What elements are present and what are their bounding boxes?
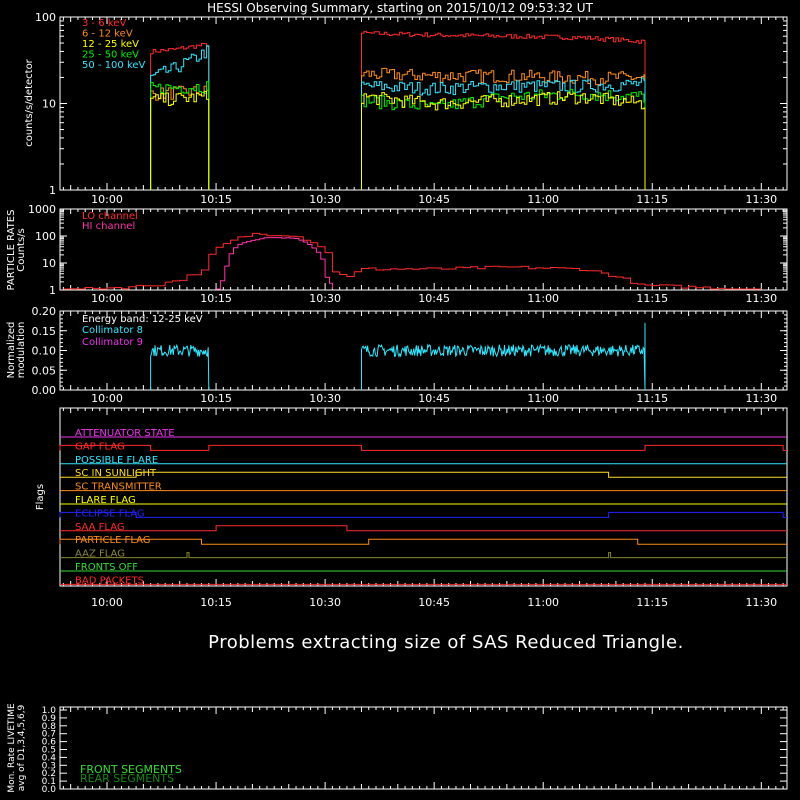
- flags-x-tick-label: 10:45: [418, 596, 450, 609]
- count-rate-x-tick-label: 11:15: [636, 193, 668, 206]
- modulation-legend-collimator-9: Collimator 9: [82, 337, 143, 348]
- count-rate-series-6-12keV: [361, 67, 646, 190]
- sas-error-message: Problems extracting size of SAS Reduced …: [208, 632, 684, 653]
- particle-rate-x-tick-label: 11:15: [636, 292, 668, 305]
- count-rate-series-25-50keV: [361, 88, 646, 190]
- flag-label-possible-flare: POSSIBLE FLARE: [75, 455, 158, 466]
- flags-x-tick-label: 10:15: [200, 596, 232, 609]
- particle-lo-channel-line: [63, 232, 762, 290]
- count-rate-x-tick-label: 10:30: [309, 193, 341, 206]
- count-rate-series-12-25keV: [150, 90, 210, 190]
- livetime-y-axis-label: Mon. Rate LIVETIME: [7, 703, 17, 793]
- count-rate-legend-6-12keV: 6 - 12 keV: [82, 29, 133, 40]
- particle-hi-channel-line: [216, 237, 333, 290]
- count-rate-series-6-12keV: [150, 85, 210, 190]
- flag-label-flare-flag: FLARE FLAG: [75, 495, 136, 506]
- particle-rate-y-axis-unit: Counts/s: [16, 228, 27, 272]
- flags-x-tick-label: 10:00: [91, 596, 123, 609]
- livetime-y-axis-label-2: avg of D1,3,4,5,6,9: [17, 704, 27, 791]
- count-rate-x-tick-label: 10:00: [91, 193, 123, 206]
- flags-x-tick-label: 10:30: [309, 596, 341, 609]
- particle-rate-x-tick-label: 10:15: [200, 292, 232, 305]
- count-rate-series-50-100keV: [361, 77, 646, 190]
- flag-line-aaz-flag: [60, 552, 787, 559]
- count-rate-legend-50-100keV: 50 - 100 keV: [82, 60, 146, 71]
- modulation-x-tick-label: 10:30: [309, 392, 341, 405]
- particle-rate-y-tick-label: 1: [49, 284, 56, 297]
- modulation-y-axis-label-2: modulation: [16, 322, 27, 379]
- count-rate-legend-12-25keV: 12 - 25 keV: [82, 39, 139, 50]
- modulation-collimator-8-line: [150, 343, 210, 391]
- particle-rate-x-tick-label: 11:00: [527, 292, 559, 305]
- flag-label-sc-transmitter: SC TRANSMITTER: [75, 482, 162, 493]
- flag-label-fronts-off: FRONTS OFF: [75, 562, 138, 573]
- modulation-legend-collimator-8: Collimator 8: [82, 325, 143, 336]
- count-rate-x-tick-label: 10:15: [200, 193, 232, 206]
- flag-line-sc-in-sunlight: [60, 471, 787, 478]
- flag-label-particle-flag: PARTICLE FLAG: [75, 535, 151, 546]
- flag-line-particle-flag: [59, 538, 787, 545]
- particle-rate-y-tick-label: 1000: [28, 203, 56, 216]
- flag-label-sc-in-sunlight: SC IN SUNLIGHT: [75, 468, 157, 479]
- flags-x-tick-label: 11:30: [745, 596, 777, 609]
- particle-rate-y-tick-label: 100: [35, 230, 56, 243]
- flag-label-eclipse-flag: ECLIPSE FLAG: [75, 508, 145, 519]
- modulation-x-tick-label: 11:30: [745, 392, 777, 405]
- particle-rate-x-tick-label: 10:45: [418, 292, 450, 305]
- particle-rate-x-tick-label: 11:30: [745, 292, 777, 305]
- flag-label-gap-flag: GAP FLAG: [75, 441, 125, 452]
- count-rate-series-3-6keV: [361, 30, 646, 190]
- count-rate-x-tick-label: 10:45: [418, 193, 450, 206]
- flag-label-attenuator-state: ATTENUATOR STATE: [75, 428, 175, 439]
- flag-line-gap-flag: [59, 444, 787, 451]
- particle-rate-panel-frame: [59, 208, 788, 291]
- modulation-y-tick-label: 0.20: [32, 305, 57, 318]
- count-rate-legend-25-50keV: 25 - 50 keV: [82, 50, 139, 61]
- modulation-x-tick-label: 11:00: [527, 392, 559, 405]
- particle-legend-hi-channel: HI channel: [82, 221, 135, 232]
- flag-line-saa-flag: [60, 525, 787, 532]
- flag-label-saa-flag: SAA FLAG: [75, 522, 125, 533]
- observing-summary-plot: 110100counts/s/detector10:00 10:15 10:30 10…: [6, 11, 788, 795]
- flags-y-axis-label: Flags: [35, 484, 46, 510]
- particle-rate-x-tick-label: 10:30: [309, 292, 341, 305]
- count-rate-y-tick-label: 100: [35, 11, 56, 24]
- count-rate-y-tick-label: 1: [49, 184, 56, 197]
- flags-x-tick-label: 11:15: [636, 596, 668, 609]
- count-rate-panel-frame: [59, 16, 788, 191]
- livetime-legend-rear-segments: REAR SEGMENTS: [80, 772, 174, 785]
- count-rate-series-50-100keV: [150, 45, 210, 190]
- particle-rate-x-tick-label: 10:00: [91, 292, 123, 305]
- count-rate-legend-3-6keV: 3 - 6 keV: [82, 18, 126, 29]
- modulation-x-tick-label: 10:00: [91, 392, 123, 405]
- count-rate-y-tick-label: 10: [42, 98, 56, 111]
- count-rate-series-12-25keV: [361, 91, 646, 190]
- count-rate-series-3-6keV: [150, 43, 210, 190]
- modulation-y-tick-label: 0.00: [32, 384, 57, 397]
- count-rate-x-tick-label: 11:30: [745, 193, 777, 206]
- flag-label-aaz-flag: AAZ FLAG: [75, 549, 125, 560]
- flag-line-eclipse-flag: [59, 511, 787, 518]
- flags-x-tick-label: 11:00: [527, 596, 559, 609]
- livetime-y-tick-label: 1.0: [42, 706, 57, 716]
- modulation-y-tick-label: 0.10: [32, 345, 57, 358]
- modulation-x-tick-label: 10:45: [418, 392, 450, 405]
- modulation-energy-band: Energy band: 12-25 keV: [82, 314, 203, 325]
- flag-label-bad-packets: BAD PACKETS: [75, 575, 144, 586]
- count-rate-y-axis-label: counts/s/detector: [24, 58, 35, 146]
- modulation-collimator-8-line: [361, 343, 646, 391]
- modulation-y-tick-label: 0.15: [32, 325, 57, 338]
- modulation-y-tick-label: 0.05: [32, 364, 57, 377]
- modulation-x-tick-label: 11:15: [636, 392, 668, 405]
- modulation-x-tick-label: 10:15: [200, 392, 232, 405]
- particle-rate-y-tick-label: 10: [42, 257, 56, 270]
- count-rate-x-tick-label: 11:00: [527, 193, 559, 206]
